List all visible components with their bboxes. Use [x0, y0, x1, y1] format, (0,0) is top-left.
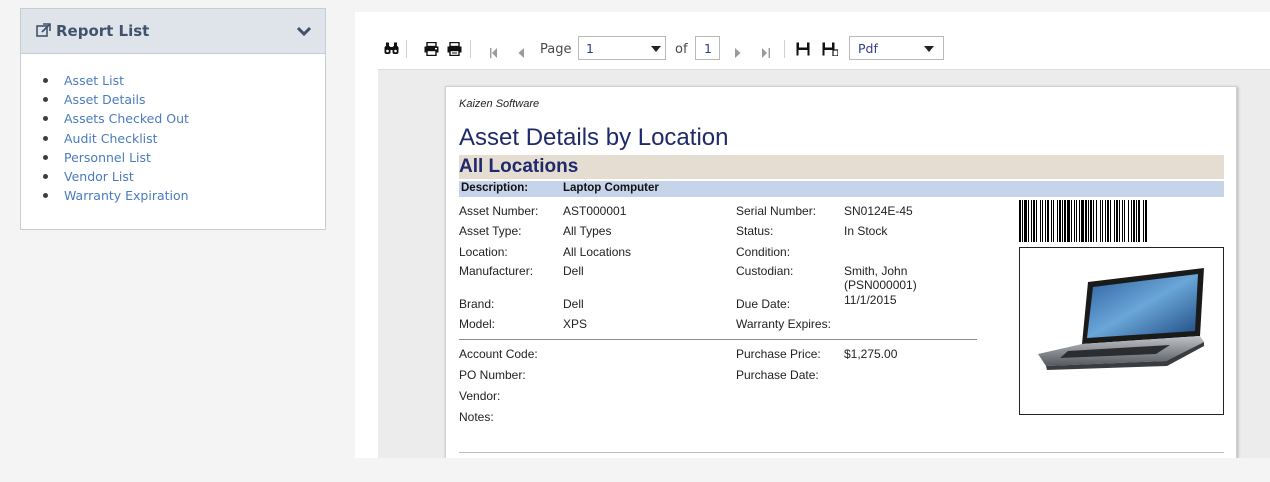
field-value: Smith, John [844, 264, 908, 278]
toolbar-separator [470, 40, 471, 58]
total-pages-value: 1 [704, 41, 712, 56]
field-label: Serial Number: [736, 204, 817, 218]
export-format-value: Pdf [858, 41, 878, 56]
page-select[interactable]: 1 [578, 36, 666, 60]
description-value: Laptop Computer [563, 182, 659, 194]
report-list: Asset List Asset Details Assets Checked … [43, 71, 189, 205]
field-value: $1,275.00 [844, 347, 898, 361]
report-link-personnel-list[interactable]: Personnel List [43, 148, 189, 167]
field-label: PO Number: [459, 368, 526, 382]
field-label: Asset Type: [459, 224, 522, 238]
binoculars-icon[interactable] [384, 42, 399, 60]
field-label: Custodian: [736, 264, 794, 278]
field-label: Asset Number: [459, 204, 539, 218]
total-pages-box: 1 [695, 36, 720, 60]
previous-page-icon[interactable] [518, 45, 524, 63]
field-label: Vendor: [459, 389, 501, 403]
field-value: All Types [563, 224, 612, 238]
external-link-icon [36, 23, 51, 37]
report-link-asset-list[interactable]: Asset List [43, 71, 189, 90]
report-title: Asset Details by Location [459, 124, 729, 151]
description-label: Description: [461, 182, 529, 194]
export-format-select[interactable]: Pdf [849, 36, 944, 60]
field-label: Due Date: [736, 297, 791, 311]
location-group-title: All Locations [459, 156, 579, 177]
asset-photo [1019, 247, 1224, 415]
field-value: All Locations [563, 245, 632, 259]
report-link-vendor-list[interactable]: Vendor List [43, 167, 189, 186]
last-page-icon[interactable] [762, 45, 770, 63]
field-value: In Stock [844, 224, 888, 238]
report-list-panel: Report List Asset List Asset Details Ass… [20, 8, 326, 230]
toolbar-separator [784, 40, 785, 58]
chevron-down-icon [924, 46, 934, 52]
report-link-warranty-expiration[interactable]: Warranty Expiration [43, 186, 189, 205]
save-as-icon[interactable] [822, 42, 839, 61]
print-icon[interactable] [424, 41, 439, 61]
toolbar-separator [406, 40, 407, 58]
field-label: Status: [736, 224, 774, 238]
first-page-icon[interactable] [490, 45, 498, 63]
report-link-assets-checked-out[interactable]: Assets Checked Out [43, 109, 189, 128]
bottom-bar [0, 458, 1270, 482]
field-label: Manufacturer: [459, 264, 534, 278]
field-label: Warranty Expires: [736, 317, 831, 331]
field-value-line2: (PSN000001) [844, 278, 917, 292]
field-label: Account Code: [459, 347, 538, 361]
report-link-audit-checklist[interactable]: Audit Checklist [43, 129, 189, 148]
chevron-down-icon [651, 46, 661, 52]
field-value: Dell [563, 264, 584, 278]
report-list-title-text: Report List [56, 22, 150, 40]
print-page-icon[interactable] [447, 41, 462, 61]
field-value: AST000001 [563, 204, 627, 218]
save-icon[interactable] [796, 42, 810, 61]
section-divider [459, 339, 977, 340]
field-label: Purchase Price: [736, 347, 821, 361]
next-page-icon[interactable] [735, 45, 741, 63]
laptop-image [1038, 268, 1204, 370]
report-link-asset-details[interactable]: Asset Details [43, 90, 189, 109]
field-value: XPS [563, 317, 588, 331]
field-label: Location: [459, 245, 508, 259]
page-label: Page [540, 42, 572, 57]
footer-divider [459, 452, 1224, 453]
company-name: Kaizen Software [459, 98, 540, 110]
field-value: SN0124E-45 [844, 204, 913, 218]
field-label: Condition: [736, 245, 791, 259]
barcode [1019, 200, 1224, 242]
field-label: Notes: [459, 410, 494, 424]
field-label: Purchase Date: [736, 368, 819, 382]
of-label: of [675, 42, 688, 57]
field-value: 11/1/2015 [844, 293, 897, 307]
field-label: Brand: [459, 297, 495, 311]
report-list-header[interactable]: Report List [21, 9, 325, 54]
chevron-down-icon[interactable] [296, 23, 312, 41]
page-select-value: 1 [586, 41, 594, 56]
field-label: Model: [459, 317, 496, 331]
report-list-title: Report List [36, 22, 149, 40]
field-value: Dell [563, 297, 584, 311]
